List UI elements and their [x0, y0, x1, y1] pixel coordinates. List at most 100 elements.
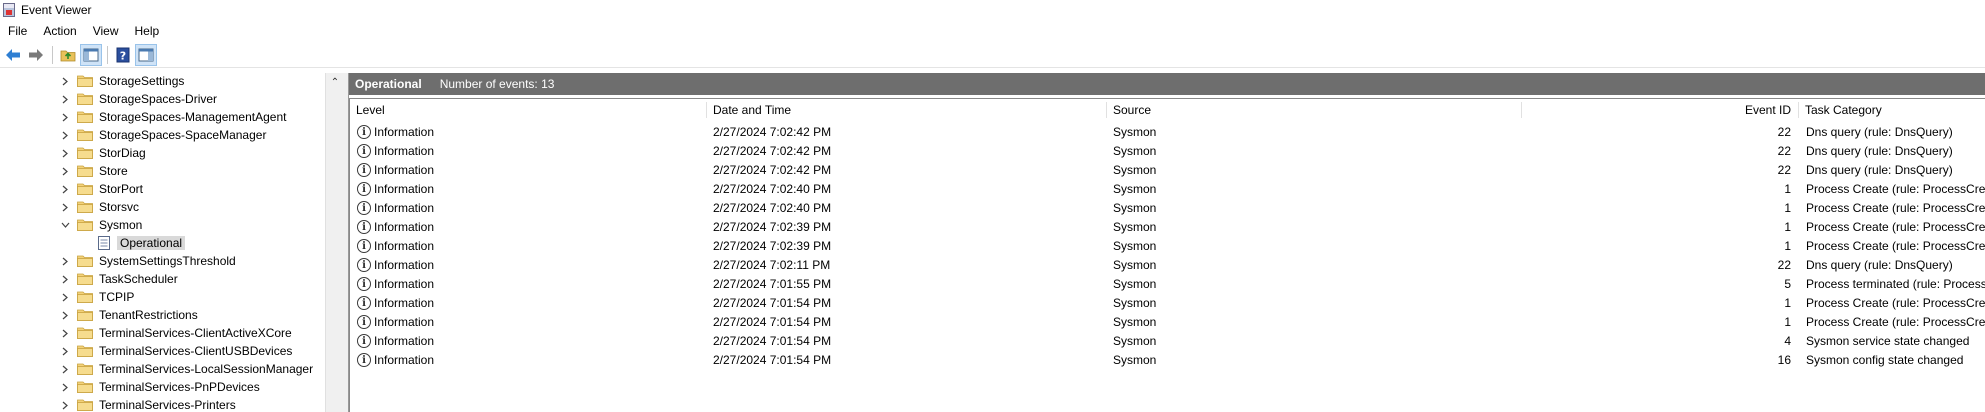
- folder-icon: [77, 309, 93, 321]
- console-tree[interactable]: StorageSettings StorageSpaces-Driver Stora…: [0, 73, 343, 412]
- folder-icon: [77, 291, 93, 303]
- tree-item-label: StorageSpaces-ManagementAgent: [99, 110, 287, 124]
- column-header-event-id[interactable]: Event ID: [1522, 99, 1797, 121]
- folder-up-icon: [60, 50, 76, 61]
- chevron-right-icon[interactable]: [60, 162, 70, 180]
- cell-source: Sysmon: [1113, 201, 1157, 215]
- cell-task-category: Dns query (rule: DnsQuery): [1806, 125, 1953, 139]
- tree-item[interactable]: StorageSettings: [0, 73, 325, 90]
- column-header-date-time[interactable]: Date and Time: [707, 99, 1104, 121]
- table-row[interactable]: i Information 2/27/2024 7:02:42 PM Sysmon 22…: [350, 161, 1985, 180]
- information-icon: i: [357, 125, 371, 139]
- chevron-right-icon[interactable]: [60, 90, 70, 108]
- tree-item[interactable]: SystemSettingsThreshold: [0, 252, 325, 270]
- tree-item[interactable]: Storsvc: [0, 198, 325, 216]
- tree-item-label: SystemSettingsThreshold: [99, 254, 236, 268]
- table-row[interactable]: i Information 2/27/2024 7:02:42 PM Sysmon 22…: [350, 123, 1985, 142]
- cell-event-id: 22: [1777, 125, 1791, 139]
- cell-date-time: 2/27/2024 7:02:42 PM: [713, 163, 832, 177]
- folder-icon: [77, 327, 93, 339]
- chevron-right-icon[interactable]: [60, 126, 70, 144]
- cell-event-id: 22: [1777, 258, 1791, 272]
- cell-task-category: Process Create (rule: ProcessCreate): [1806, 239, 1985, 253]
- table-row[interactable]: i Information 2/27/2024 7:01:54 PM Sysmon 16…: [350, 351, 1985, 370]
- tree-item[interactable]: TerminalServices-ClientActiveXCore: [0, 324, 325, 342]
- back-arrow-icon: [6, 48, 20, 61]
- tree-item-label: StorPort: [99, 182, 144, 196]
- column-header-task-category[interactable]: Task Category: [1799, 99, 1985, 121]
- column-header-level[interactable]: Level: [350, 99, 704, 121]
- tree-item[interactable]: StorDiag: [0, 144, 325, 162]
- table-row[interactable]: i Information 2/27/2024 7:01:55 PM Sysmon 5 P…: [350, 275, 1985, 294]
- cell-task-category: Process terminated (rule: ProcessTermina…: [1806, 277, 1985, 291]
- tree-item[interactable]: Store: [0, 162, 325, 180]
- up-one-level-button[interactable]: [57, 44, 79, 66]
- information-icon: i: [357, 163, 371, 177]
- table-row[interactable]: i Information 2/27/2024 7:01:54 PM Sysmon 1 P…: [350, 294, 1985, 313]
- menu-file[interactable]: File: [0, 20, 35, 42]
- table-row[interactable]: i Information 2/27/2024 7:02:40 PM Sysmon 1 P…: [350, 199, 1985, 218]
- chevron-right-icon[interactable]: [60, 360, 70, 378]
- tree-item[interactable]: TerminalServices-PnPDevices: [0, 378, 325, 396]
- cell-date-time: 2/27/2024 7:02:42 PM: [713, 144, 832, 158]
- menu-help[interactable]: Help: [127, 20, 168, 42]
- tree-item-label: Store: [99, 164, 128, 178]
- table-row[interactable]: i Information 2/27/2024 7:02:11 PM Sysmon 22…: [350, 256, 1985, 275]
- chevron-right-icon[interactable]: [60, 342, 70, 360]
- console-tree-scrollbar[interactable]: ⌃: [325, 73, 343, 412]
- tree-item[interactable]: TaskScheduler: [0, 270, 325, 288]
- tree-item[interactable]: Operational: [0, 234, 325, 252]
- table-row[interactable]: i Information 2/27/2024 7:01:54 PM Sysmon 1 P…: [350, 313, 1985, 332]
- tree-item[interactable]: TerminalServices-Printers: [0, 396, 325, 412]
- menu-action[interactable]: Action: [35, 20, 84, 42]
- forward-button[interactable]: [25, 44, 47, 66]
- cell-level: Information: [374, 182, 435, 196]
- chevron-right-icon[interactable]: [60, 180, 70, 198]
- tree-item[interactable]: TCPIP: [0, 288, 325, 306]
- chevron-right-icon[interactable]: [60, 378, 70, 396]
- tree-item-label: StorageSpaces-Driver: [99, 92, 218, 106]
- show-hide-tree-icon: [83, 48, 99, 61]
- table-row[interactable]: i Information 2/27/2024 7:02:39 PM Sysmon 1 P…: [350, 237, 1985, 256]
- tree-item[interactable]: StorageSpaces-SpaceManager: [0, 126, 325, 144]
- chevron-right-icon[interactable]: [60, 306, 70, 324]
- table-row[interactable]: i Information 2/27/2024 7:01:54 PM Sysmon 4 S…: [350, 332, 1985, 351]
- back-button[interactable]: [2, 44, 24, 66]
- chevron-right-icon[interactable]: [60, 396, 70, 412]
- menu-view[interactable]: View: [85, 20, 127, 42]
- cell-level: Information: [374, 277, 435, 291]
- tree-item[interactable]: StorPort: [0, 180, 325, 198]
- chevron-down-icon[interactable]: [60, 216, 70, 234]
- chevron-right-icon[interactable]: [60, 198, 70, 216]
- table-row[interactable]: i Information 2/27/2024 7:02:42 PM Sysmon 22…: [350, 142, 1985, 161]
- log-title: Operational: [355, 77, 422, 91]
- tree-item[interactable]: StorageSpaces-ManagementAgent: [0, 108, 325, 126]
- chevron-right-icon[interactable]: [60, 270, 70, 288]
- column-header-source[interactable]: Source: [1107, 99, 1519, 121]
- cell-source: Sysmon: [1113, 144, 1157, 158]
- chevron-right-icon[interactable]: [60, 73, 70, 90]
- table-row[interactable]: i Information 2/27/2024 7:02:40 PM Sysmon 1 P…: [350, 180, 1985, 199]
- folder-icon: [77, 111, 93, 123]
- show-hide-action-pane-button[interactable]: [135, 43, 157, 66]
- scroll-up-icon[interactable]: ⌃: [326, 73, 344, 91]
- cell-level: Information: [374, 315, 435, 329]
- tree-item[interactable]: StorageSpaces-Driver: [0, 90, 325, 108]
- show-hide-console-tree-button[interactable]: [80, 43, 102, 66]
- cell-event-id: 1: [1784, 315, 1791, 329]
- chevron-right-icon[interactable]: [60, 252, 70, 270]
- tree-item[interactable]: TerminalServices-ClientUSBDevices: [0, 342, 325, 360]
- table-row[interactable]: i Information 2/27/2024 7:02:39 PM Sysmon 1 P…: [350, 218, 1985, 237]
- tree-item[interactable]: TerminalServices-LocalSessionManager: [0, 360, 325, 378]
- tree-item-label: TCPIP: [99, 290, 135, 304]
- chevron-right-icon[interactable]: [60, 324, 70, 342]
- chevron-right-icon[interactable]: [60, 144, 70, 162]
- chevron-right-icon[interactable]: [60, 108, 70, 126]
- cell-event-id: 1: [1784, 296, 1791, 310]
- folder-icon: [77, 345, 93, 357]
- chevron-right-icon[interactable]: [60, 288, 70, 306]
- help-button[interactable]: ?: [112, 44, 134, 66]
- tree-item[interactable]: Sysmon: [0, 216, 325, 234]
- tree-item[interactable]: TenantRestrictions: [0, 306, 325, 324]
- information-icon: i: [357, 201, 371, 215]
